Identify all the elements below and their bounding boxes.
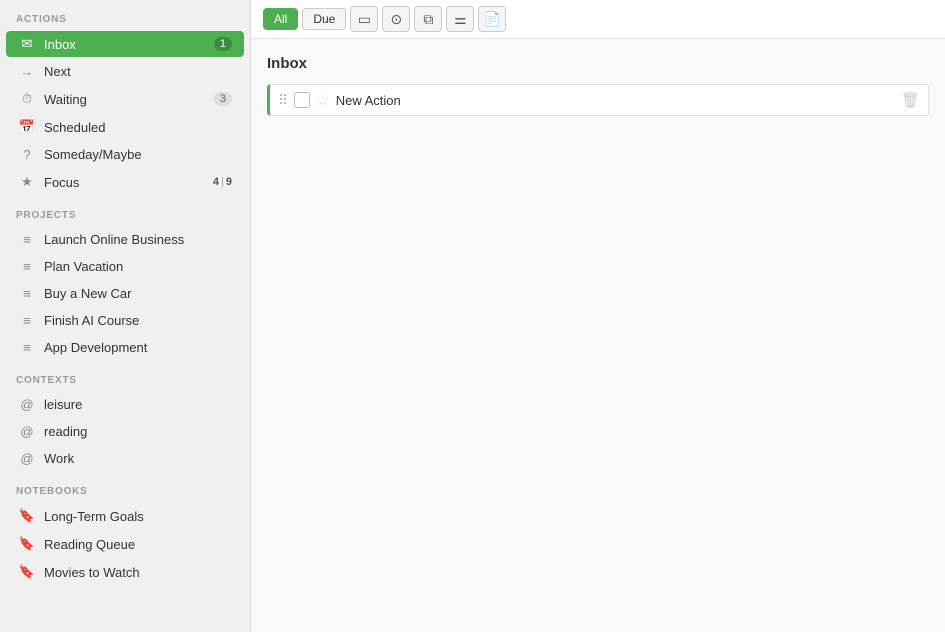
copy-icon-button[interactable]: ⧉ bbox=[414, 6, 442, 32]
sidebar-item-focus[interactable]: ★ Focus 4 | 9 bbox=[6, 169, 244, 195]
notebook-icon: 🔖 bbox=[18, 536, 36, 552]
all-button[interactable]: All bbox=[263, 8, 298, 30]
sidebar-item-label: Movies to Watch bbox=[44, 565, 232, 580]
drag-handle-icon[interactable]: ⠿ bbox=[278, 92, 288, 109]
doc-icon-button[interactable]: 📄 bbox=[478, 6, 506, 32]
inbox-icon: ✉ bbox=[18, 36, 36, 52]
clock-icon: ⊙ bbox=[390, 11, 402, 28]
filter-icon-button[interactable]: ⚌ bbox=[446, 6, 474, 32]
task-name: New Action bbox=[336, 93, 895, 108]
sidebar-item-label: Long-Term Goals bbox=[44, 509, 232, 524]
toolbar: All Due ▭ ⊙ ⧉ ⚌ 📄 bbox=[251, 0, 945, 39]
sidebar-item-label: Reading Queue bbox=[44, 537, 232, 552]
sidebar-item-label: Finish AI Course bbox=[44, 313, 232, 328]
copy-icon: ⧉ bbox=[423, 11, 433, 28]
inbox-badge: 1 bbox=[214, 37, 232, 51]
context-icon: @ bbox=[18, 424, 36, 439]
waiting-badge: 3 bbox=[214, 92, 232, 106]
sidebar-item-label: Scheduled bbox=[44, 120, 232, 135]
sidebar-item-label: Launch Online Business bbox=[44, 232, 232, 247]
due-button[interactable]: Due bbox=[302, 8, 346, 30]
sidebar-item-label: leisure bbox=[44, 397, 232, 412]
sidebar-item-label: Inbox bbox=[44, 37, 210, 52]
section-actions: ACTIONS bbox=[0, 0, 250, 30]
sidebar-item-movies[interactable]: 🔖 Movies to Watch bbox=[6, 559, 244, 585]
project-icon: ≡ bbox=[18, 286, 36, 301]
task-delete-icon[interactable]: 🗑 bbox=[901, 91, 920, 109]
project-icon: ≡ bbox=[18, 232, 36, 247]
focus-icon: ★ bbox=[18, 174, 36, 190]
sidebar-item-waiting[interactable]: ⏱ Waiting 3 bbox=[6, 86, 244, 112]
sidebar-item-label: Plan Vacation bbox=[44, 259, 232, 274]
task-checkbox[interactable] bbox=[294, 92, 310, 108]
sidebar-item-inbox[interactable]: ✉ Inbox 1 bbox=[6, 31, 244, 57]
notebook-icon: 🔖 bbox=[18, 564, 36, 580]
sidebar-item-label: App Development bbox=[44, 340, 232, 355]
context-icon: @ bbox=[18, 397, 36, 412]
sidebar-item-reading-queue[interactable]: 🔖 Reading Queue bbox=[6, 531, 244, 557]
sidebar-item-label: Focus bbox=[44, 175, 213, 190]
sidebar-item-course[interactable]: ≡ Finish AI Course bbox=[6, 308, 244, 333]
sidebar-item-leisure[interactable]: @ leisure bbox=[6, 392, 244, 417]
sidebar-item-goals[interactable]: 🔖 Long-Term Goals bbox=[6, 503, 244, 529]
project-icon: ≡ bbox=[18, 313, 36, 328]
sidebar-item-work[interactable]: @ Work bbox=[6, 446, 244, 471]
sidebar-item-launch[interactable]: ≡ Launch Online Business bbox=[6, 227, 244, 252]
task-star-icon[interactable]: ☆ bbox=[316, 91, 329, 109]
section-projects: PROJECTS bbox=[0, 196, 250, 226]
sidebar-item-label: Next bbox=[44, 64, 232, 79]
clock-icon-button[interactable]: ⊙ bbox=[382, 6, 410, 32]
sidebar-item-label: Waiting bbox=[44, 92, 210, 107]
sidebar-item-someday[interactable]: ? Someday/Maybe bbox=[6, 142, 244, 167]
task-row: ⠿ ☆ New Action 🗑 bbox=[267, 84, 929, 116]
tag-icon: ▭ bbox=[358, 11, 371, 28]
scheduled-icon: 📅 bbox=[18, 119, 36, 135]
sidebar: ACTIONS ✉ Inbox 1 → Next ⏱ Waiting 3 📅 S… bbox=[0, 0, 251, 632]
sidebar-item-label: Work bbox=[44, 451, 232, 466]
focus-badge: 4 | 9 bbox=[213, 176, 232, 188]
someday-icon: ? bbox=[18, 147, 36, 162]
filter-icon: ⚌ bbox=[454, 11, 467, 28]
context-icon: @ bbox=[18, 451, 36, 466]
content-area: Inbox ⠿ ☆ New Action 🗑 bbox=[251, 39, 945, 632]
sidebar-item-reading[interactable]: @ reading bbox=[6, 419, 244, 444]
next-icon: → bbox=[18, 64, 36, 79]
main-panel: All Due ▭ ⊙ ⧉ ⚌ 📄 Inbox ⠿ ☆ New Action 🗑 bbox=[251, 0, 945, 632]
project-icon: ≡ bbox=[18, 340, 36, 355]
section-notebooks: NOTEBOOKS bbox=[0, 472, 250, 502]
waiting-icon: ⏱ bbox=[18, 91, 36, 107]
sidebar-item-label: Someday/Maybe bbox=[44, 147, 232, 162]
tag-icon-button[interactable]: ▭ bbox=[350, 6, 378, 32]
sidebar-item-label: Buy a New Car bbox=[44, 286, 232, 301]
sidebar-item-car[interactable]: ≡ Buy a New Car bbox=[6, 281, 244, 306]
sidebar-item-next[interactable]: → Next bbox=[6, 59, 244, 84]
notebook-icon: 🔖 bbox=[18, 508, 36, 524]
sidebar-item-scheduled[interactable]: 📅 Scheduled bbox=[6, 114, 244, 140]
project-icon: ≡ bbox=[18, 259, 36, 274]
sidebar-item-vacation[interactable]: ≡ Plan Vacation bbox=[6, 254, 244, 279]
section-title: Inbox bbox=[267, 55, 929, 72]
doc-icon: 📄 bbox=[484, 11, 501, 28]
sidebar-item-appdev[interactable]: ≡ App Development bbox=[6, 335, 244, 360]
sidebar-item-label: reading bbox=[44, 424, 232, 439]
section-contexts: CONTEXTS bbox=[0, 361, 250, 391]
